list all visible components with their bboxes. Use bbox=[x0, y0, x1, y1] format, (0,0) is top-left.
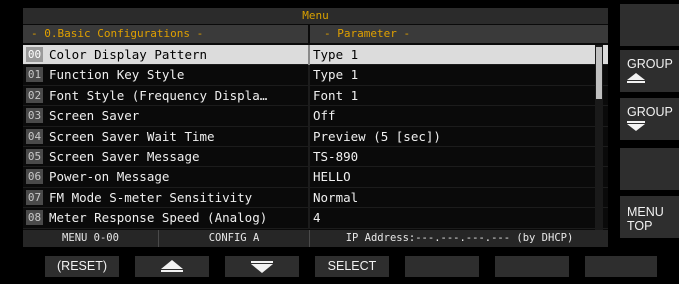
menu-row[interactable]: 01 Function Key Style Type 1 bbox=[23, 65, 608, 86]
menu-row[interactable]: 02 Font Style (Frequency Displa… Font 1 bbox=[23, 85, 608, 107]
menu-row-value: Preview (5 [sec]) bbox=[313, 128, 441, 144]
menu-row-value: HELLO bbox=[313, 169, 351, 185]
menu-row-value: Font 1 bbox=[313, 87, 359, 103]
menu-title: Menu bbox=[23, 8, 608, 24]
column-divider bbox=[308, 146, 310, 167]
menu-top-button[interactable]: MENU TOP bbox=[620, 196, 679, 238]
column-divider bbox=[308, 65, 310, 86]
group-up-label: GROUP bbox=[627, 57, 673, 71]
column-divider bbox=[308, 208, 310, 229]
menu-row-number: 02 bbox=[26, 87, 43, 103]
column-divider bbox=[308, 106, 310, 127]
side-key-blank-2[interactable] bbox=[620, 148, 679, 190]
menu-row-number: 05 bbox=[26, 148, 43, 164]
menu-row-name: Color Display Pattern bbox=[49, 47, 208, 62]
column-divider bbox=[308, 85, 310, 106]
menu-row-value: Normal bbox=[313, 189, 359, 205]
menu-row-name: Function Key Style bbox=[49, 67, 185, 83]
group-down-button[interactable]: GROUP bbox=[620, 98, 679, 140]
column-divider bbox=[308, 187, 310, 208]
menu-row-number: 07 bbox=[26, 189, 43, 205]
parameter-header: - Parameter - bbox=[310, 25, 608, 43]
menu-row-name: Screen Saver Message bbox=[49, 148, 200, 164]
ip-address-status: IP Address:---.---.---.--- (by DHCP) bbox=[309, 230, 609, 247]
column-divider bbox=[308, 167, 310, 188]
column-divider bbox=[308, 126, 310, 147]
arrow-down-icon bbox=[627, 121, 645, 131]
menu-row-name: Screen Saver Wait Time bbox=[49, 128, 215, 144]
menu-row[interactable]: 03 Screen Saver Off bbox=[23, 106, 608, 127]
menu-row-number: 01 bbox=[26, 67, 43, 83]
cursor-down-button[interactable] bbox=[225, 256, 299, 277]
menu-row-number: 08 bbox=[26, 210, 43, 226]
arrow-up-icon bbox=[161, 260, 183, 272]
menu-row[interactable]: 04 Screen Saver Wait Time Preview (5 [se… bbox=[23, 126, 608, 147]
menu-row[interactable]: 08 Meter Response Speed (Analog) 4 bbox=[23, 208, 608, 229]
menu-row-name: Font Style (Frequency Displa… bbox=[49, 87, 268, 103]
menu-number-status: MENU 0-00 bbox=[62, 232, 119, 244]
side-key-blank-1[interactable] bbox=[620, 4, 679, 46]
group-up-button[interactable]: GROUP bbox=[620, 50, 679, 92]
column-divider bbox=[308, 45, 310, 65]
menu-row-value: 4 bbox=[313, 210, 321, 226]
menu-row-name: FM Mode S-meter Sensitivity bbox=[49, 189, 253, 205]
menu-row-value: Type 1 bbox=[313, 67, 359, 83]
arrow-up-icon bbox=[627, 73, 645, 83]
reset-button[interactable]: (RESET) bbox=[45, 256, 119, 277]
menu-row-value: Off bbox=[313, 108, 336, 124]
menu-row-name: Screen Saver bbox=[49, 108, 140, 124]
status-bar: MENU 0-00 CONFIG A IP Address:---.---.--… bbox=[23, 230, 608, 247]
soft-key-blank-1[interactable] bbox=[405, 256, 479, 277]
menu-row-number: 00 bbox=[26, 47, 43, 62]
menu-top-label-1: MENU bbox=[627, 205, 664, 219]
menu-row[interactable]: 05 Screen Saver Message TS-890 bbox=[23, 146, 608, 168]
menu-top-label-2: TOP bbox=[627, 219, 653, 233]
menu-row-number: 04 bbox=[26, 128, 43, 144]
menu-list: 00 Color Display Pattern Type 1 01 Funct… bbox=[23, 45, 608, 229]
group-down-label: GROUP bbox=[627, 105, 673, 119]
soft-key-blank-3[interactable] bbox=[585, 256, 657, 277]
soft-key-blank-2[interactable] bbox=[495, 256, 569, 277]
menu-row-name: Meter Response Speed (Analog) bbox=[49, 210, 268, 226]
menu-group-header: - 0.Basic Configurations - bbox=[23, 25, 308, 43]
menu-row-value: TS-890 bbox=[313, 148, 359, 164]
menu-row[interactable]: 07 FM Mode S-meter Sensitivity Normal bbox=[23, 187, 608, 209]
menu-row[interactable]: 00 Color Display Pattern Type 1 bbox=[23, 45, 608, 66]
select-button[interactable]: SELECT bbox=[315, 256, 389, 277]
menu-row-name: Power-on Message bbox=[49, 169, 170, 185]
menu-panel: Menu - 0.Basic Configurations - - Parame… bbox=[23, 8, 608, 246]
menu-row-value: Type 1 bbox=[313, 47, 359, 62]
config-status: CONFIG A bbox=[158, 230, 309, 247]
scrollbar-thumb[interactable] bbox=[596, 47, 602, 99]
cursor-up-button[interactable] bbox=[135, 256, 209, 277]
arrow-down-icon bbox=[251, 261, 273, 273]
menu-row[interactable]: 06 Power-on Message HELLO bbox=[23, 167, 608, 188]
menu-scrollbar[interactable] bbox=[595, 45, 603, 231]
menu-row-number: 06 bbox=[26, 169, 43, 185]
radio-menu-screen: Menu - 0.Basic Configurations - - Parame… bbox=[0, 0, 679, 284]
menu-row-number: 03 bbox=[26, 108, 43, 124]
